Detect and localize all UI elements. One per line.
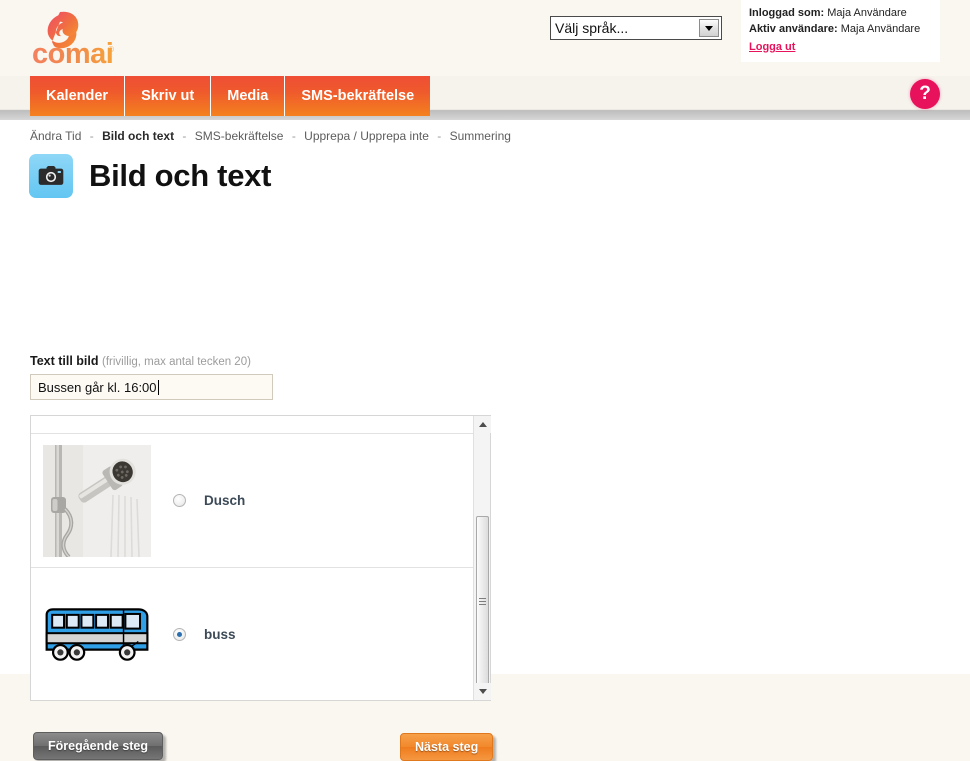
breadcrumb-step-upprepa[interactable]: Upprepa / Upprepa inte (304, 129, 429, 143)
active-user-label: Aktiv användare: (749, 23, 838, 35)
chevron-down-icon[interactable] (699, 19, 719, 37)
picture-list: Dusch buss (30, 415, 491, 701)
logged-in-label: Inloggad som: (749, 7, 825, 19)
breadcrumb-step-sms-bekraftelse[interactable]: SMS-bekräftelse (195, 129, 284, 143)
picture-list-item-buss[interactable]: buss (31, 568, 473, 700)
nav-tab-media[interactable]: Media (211, 76, 286, 116)
camera-icon (29, 154, 73, 198)
page-header: comai ® Välj språk... Inloggad som: Maja… (0, 0, 970, 76)
text-to-image-input[interactable]: Bussen går kl. 16:00 (30, 374, 273, 400)
breadcrumb-separator: - (437, 129, 442, 143)
logged-in-line: Inloggad som: Maja Användare (749, 5, 940, 21)
breadcrumb-step-andra-tid[interactable]: Ändra Tid (30, 129, 81, 143)
text-field-label-text: Text till bild (30, 354, 99, 368)
arrow-down-icon[interactable] (474, 683, 491, 700)
nav-strip: Kalender Skriv ut Media SMS-bekräftelse (0, 76, 970, 120)
arrow-up-icon[interactable] (474, 416, 491, 433)
text-field-label: Text till bild (frivillig, max antal tec… (30, 354, 251, 368)
scrollbar-grip-icon (479, 596, 486, 607)
picture-label-buss: buss (204, 627, 236, 642)
breadcrumb-step-summering[interactable]: Summering (450, 129, 511, 143)
breadcrumb-step-bild-och-text[interactable]: Bild och text (102, 129, 174, 143)
page-title: Bild och text (89, 158, 272, 193)
svg-text:®: ® (108, 45, 114, 54)
next-step-button[interactable]: Nästa steg (400, 733, 494, 761)
picture-radio-buss[interactable] (173, 628, 186, 641)
language-select-value: Välj språk... (555, 20, 629, 36)
language-select[interactable]: Välj språk... (550, 16, 722, 40)
main-navigation: Kalender Skriv ut Media SMS-bekräftelse (30, 76, 431, 116)
svg-text:comai: comai (32, 38, 113, 68)
nav-tab-kalender[interactable]: Kalender (30, 76, 126, 116)
main-content: Ändra Tid - Bild och text - SMS-bekräfte… (0, 120, 970, 761)
nav-tab-skriv-ut[interactable]: Skriv ut (125, 76, 212, 116)
comai-logo[interactable]: comai ® (30, 8, 122, 68)
picture-list-item-dusch[interactable]: Dusch (31, 434, 473, 568)
user-info-box: Inloggad som: Maja Användare Aktiv använ… (741, 0, 940, 62)
active-user-line: Aktiv användare: Maja Användare (749, 21, 940, 37)
logged-in-value: Maja Användare (827, 7, 907, 19)
breadcrumb-separator: - (89, 129, 94, 143)
text-cursor (157, 379, 159, 395)
scrollbar-thumb[interactable] (476, 516, 489, 686)
picture-list-body: Dusch buss (31, 416, 473, 700)
breadcrumb: Ändra Tid - Bild och text - SMS-bekräfte… (30, 129, 511, 143)
active-user-value: Maja Användare (840, 23, 921, 35)
shower-head-photo-icon (43, 444, 151, 557)
text-field-hint: (frivillig, max antal tecken 20) (102, 356, 251, 368)
logout-link[interactable]: Logga ut (749, 39, 795, 55)
text-to-image-input-value: Bussen går kl. 16:00 (38, 379, 157, 395)
help-icon[interactable]: ? (910, 79, 940, 109)
picture-radio-dusch[interactable] (173, 494, 186, 507)
breadcrumb-separator: - (182, 129, 187, 143)
picture-list-scrollbar[interactable] (473, 416, 491, 700)
picture-list-header (31, 416, 473, 434)
nav-tab-sms-bekraftelse[interactable]: SMS-bekräftelse (285, 76, 430, 116)
page-heading: Bild och text (29, 154, 271, 198)
picture-label-dusch: Dusch (204, 493, 246, 508)
breadcrumb-separator: - (291, 129, 296, 143)
previous-step-button[interactable]: Föregående steg (33, 732, 164, 760)
